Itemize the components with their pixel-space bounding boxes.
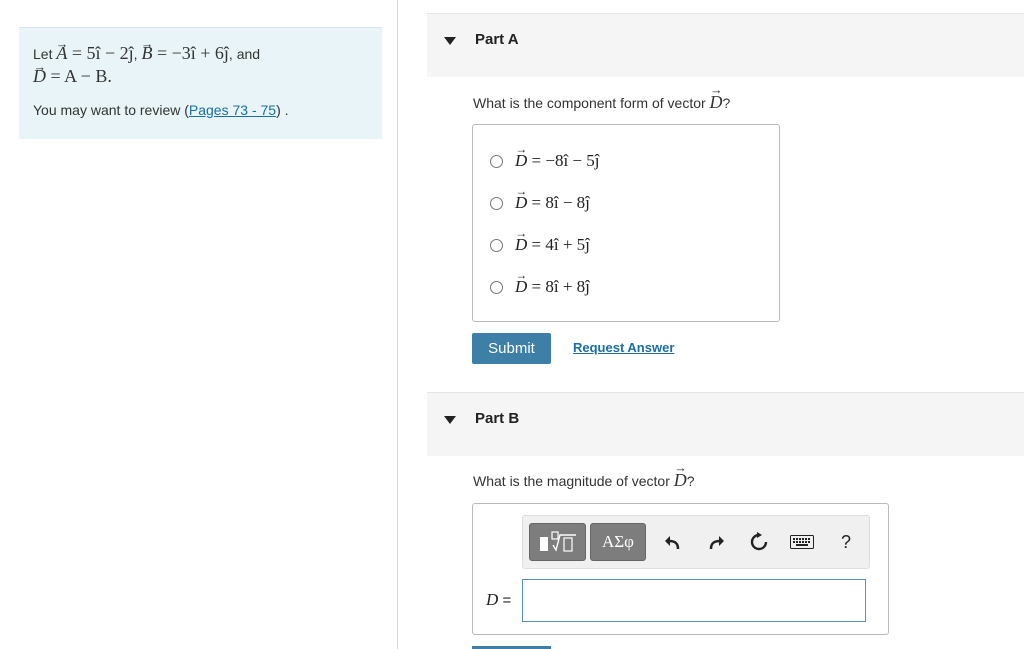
part-b-title: Part B: [475, 410, 520, 427]
radio-button[interactable]: [490, 196, 503, 210]
choice-expression: = 8î − 8ĵ: [531, 193, 590, 212]
magnitude-answer-input[interactable]: [522, 579, 866, 622]
review-suffix: ) .: [276, 102, 289, 118]
submit-button[interactable]: Submit: [472, 333, 551, 364]
part-a-question-mark: ?: [722, 95, 731, 111]
panel-divider: [397, 0, 398, 649]
vector-d-symbol: D: [33, 65, 46, 87]
part-a-question: What is the component form of vector D?: [473, 92, 730, 113]
choice-option-2[interactable]: D = 8î − 8ĵ: [490, 191, 590, 215]
greek-symbols-button[interactable]: ΑΣφ: [590, 523, 646, 561]
part-a-question-text: What is the component form of vector: [473, 95, 710, 111]
part-a-title: Part A: [475, 31, 519, 48]
vector-a-definition: = 5î − 2ĵ: [71, 43, 134, 63]
radio-button[interactable]: [490, 154, 503, 168]
answer-choices: D = −8î − 5ĵ D = 8î − 8ĵ D = 4î + 5ĵ D =…: [472, 124, 780, 322]
keyboard-icon[interactable]: [789, 529, 815, 555]
undo-icon[interactable]: [660, 529, 686, 555]
choice-expression: = −8î − 5ĵ: [531, 151, 600, 170]
vector-b-symbol: B: [141, 42, 152, 64]
help-button[interactable]: ?: [833, 529, 859, 555]
answer-equals: =: [498, 592, 512, 609]
collapse-triangle-icon[interactable]: [444, 37, 456, 45]
vector-d-symbol: D: [515, 235, 527, 255]
part-a-header[interactable]: Part A: [427, 13, 1024, 77]
answer-variable: D: [486, 590, 499, 609]
vector-d-symbol: D: [515, 277, 527, 297]
radio-button[interactable]: [490, 238, 503, 252]
choice-expression: = 4î + 5ĵ: [531, 235, 590, 254]
redo-icon[interactable]: [703, 529, 729, 555]
request-answer-link[interactable]: Request Answer: [573, 340, 674, 355]
intro-and: , and: [228, 46, 261, 62]
review-note: You may want to review (Pages 73 - 75) .: [33, 99, 368, 121]
vector-d-definition: = A − B.: [50, 66, 112, 86]
problem-intro: Let A = 5î − 2ĵ, B = −3î + 6ĵ, and D = A…: [19, 27, 382, 139]
vector-d-symbol: D: [674, 470, 687, 491]
part-b-question-text: What is the magnitude of vector: [473, 473, 674, 489]
vector-a-symbol: A: [56, 42, 67, 64]
review-pages-link[interactable]: Pages 73 - 75: [189, 102, 276, 118]
choice-expression: = 8î + 8ĵ: [531, 277, 590, 296]
review-prefix: You may want to review (: [33, 102, 189, 118]
templates-button[interactable]: [529, 523, 586, 561]
collapse-triangle-icon[interactable]: [444, 416, 456, 424]
part-b-question: What is the magnitude of vector D?: [473, 470, 695, 491]
choice-option-1[interactable]: D = −8î − 5ĵ: [490, 149, 600, 173]
part-b-question-mark: ?: [686, 473, 695, 489]
vector-d-symbol: D: [710, 92, 723, 113]
vector-d-symbol: D: [515, 151, 527, 171]
templates-icon: [539, 531, 576, 552]
radio-button[interactable]: [490, 280, 503, 294]
intro-definitions: Let A = 5î − 2ĵ, B = −3î + 6ĵ, and: [33, 42, 368, 65]
vector-b-definition: = −3î + 6ĵ: [156, 43, 229, 63]
part-b-header[interactable]: Part B: [427, 392, 1024, 456]
reset-icon[interactable]: [746, 529, 772, 555]
vector-d-symbol: D: [515, 193, 527, 213]
choice-option-3[interactable]: D = 4î + 5ĵ: [490, 233, 590, 257]
choice-option-4[interactable]: D = 8î + 8ĵ: [490, 275, 590, 299]
answer-label: D =: [486, 590, 511, 610]
vector-d-definition-line: D = A − B.: [33, 65, 368, 87]
